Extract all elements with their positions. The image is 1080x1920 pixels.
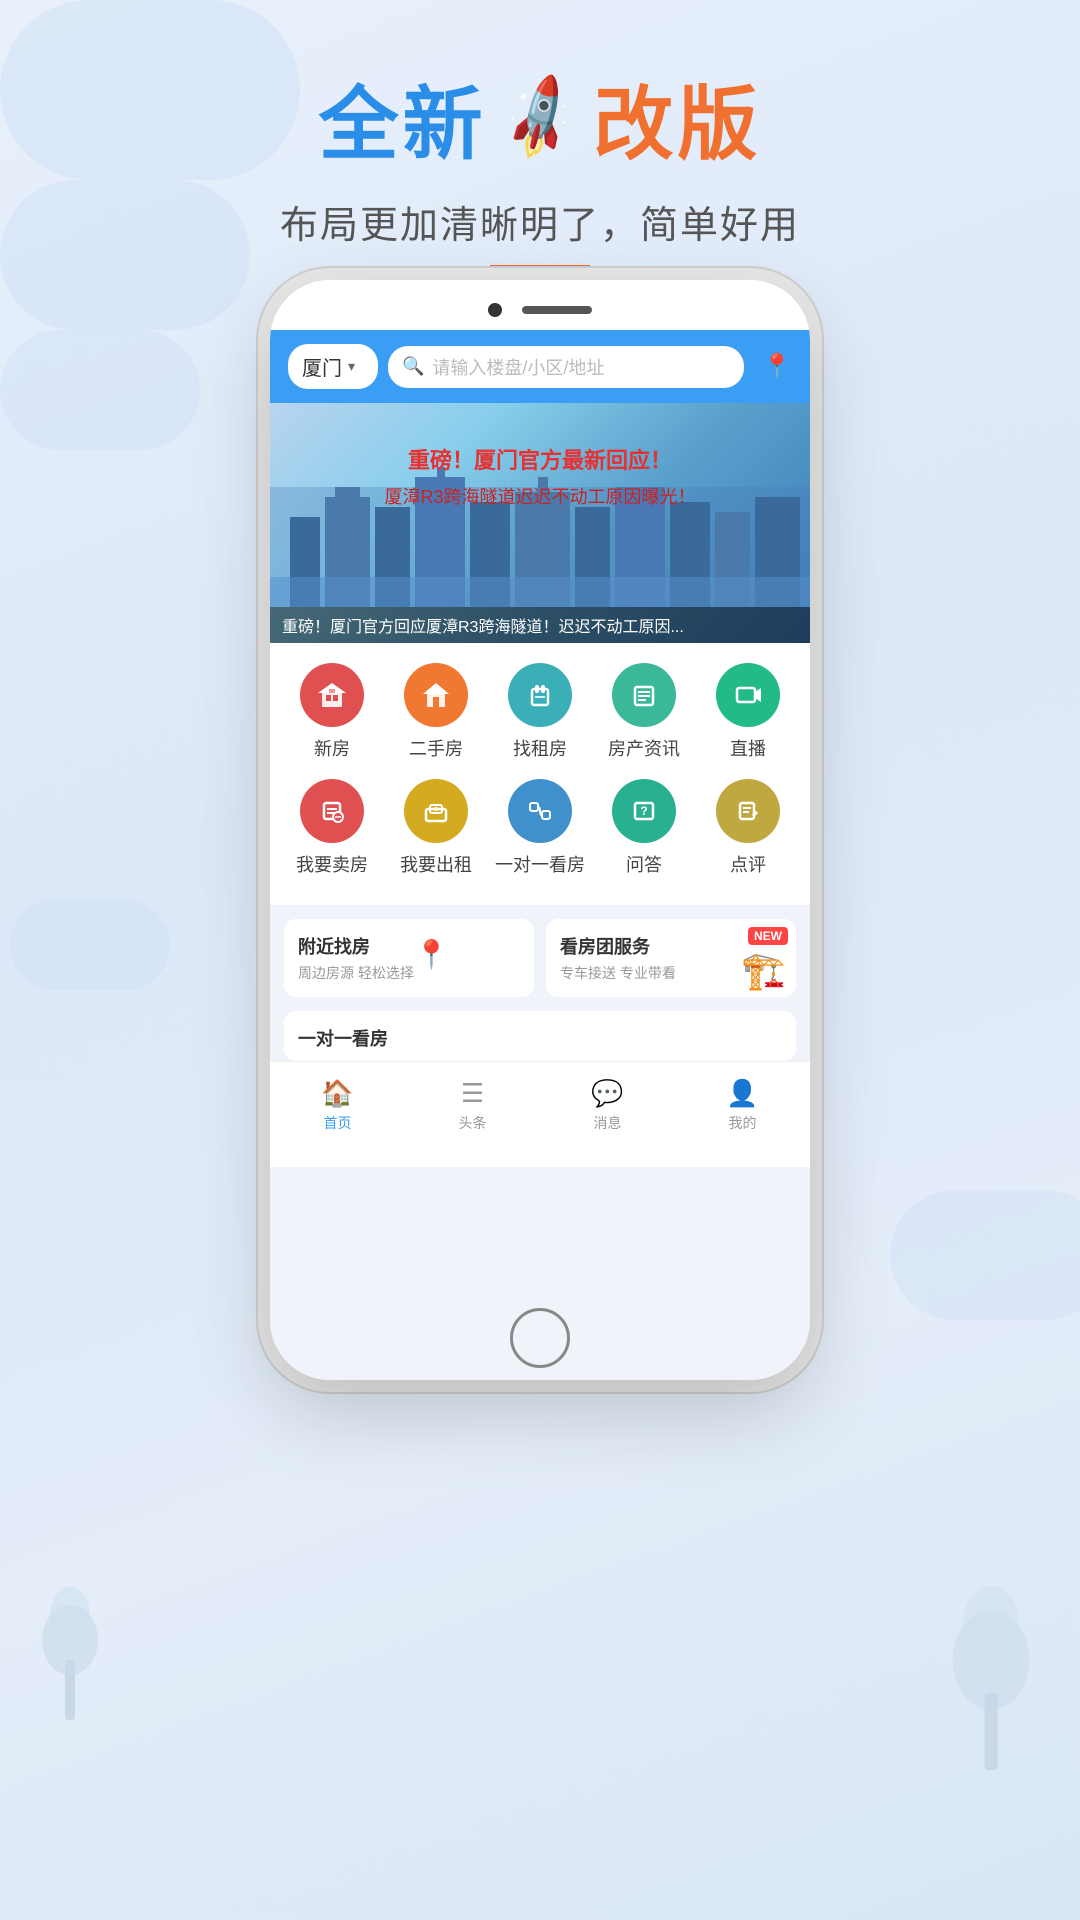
tab-mine[interactable]: 👤 我的	[675, 1070, 810, 1133]
header-area: 全新 🚀 改版 布局更加清晰明了，简单好用	[0, 60, 1080, 270]
banner-text-overlay: 重磅！厦门官方最新回应！ 厦漳R3跨海隧道迟迟不动工原因曝光！	[270, 443, 810, 509]
header-subtitle: 布局更加清晰明了，简单好用	[0, 194, 1080, 249]
icons-section: 新房 二手房	[270, 643, 810, 905]
review-icon-circle	[716, 779, 780, 843]
bg-tree-left	[30, 1560, 110, 1720]
phone-mockup: 厦门 ▾ 🔍 请输入楼盘/小区/地址 📍	[270, 280, 810, 1380]
tab-headline-icon: ☰	[461, 1078, 484, 1109]
second-hand-label: 二手房	[409, 735, 463, 761]
one-to-one-label: 一对一看房	[495, 851, 585, 877]
bg-cloud-3	[0, 330, 200, 450]
phone-screen: 厦门 ▾ 🔍 请输入楼盘/小区/地址 📍	[270, 330, 810, 1380]
lease-label: 我要出租	[400, 851, 472, 877]
city-name: 厦门	[302, 352, 342, 381]
menu-item-one-to-one[interactable]: 一对一看房	[495, 779, 585, 877]
nearby-card[interactable]: 附近找房 周边房源 轻松选择	[284, 919, 534, 997]
one-to-one-card-title: 一对一看房	[298, 1029, 388, 1049]
qa-icon-circle: ?	[612, 779, 676, 843]
banner[interactable]: 重磅！厦门官方最新回应！ 厦漳R3跨海隧道迟迟不动工原因曝光！ 重磅！厦门官方回…	[270, 403, 810, 643]
menu-row-2: 我要卖房 我要出租	[280, 779, 800, 877]
nearby-card-subtitle: 周边房源 轻松选择	[298, 963, 520, 983]
home-button[interactable]	[510, 1308, 570, 1368]
live-icon-circle	[716, 663, 780, 727]
tab-message-icon: 💬	[591, 1078, 623, 1109]
app-header: 厦门 ▾ 🔍 请输入楼盘/小区/地址 📍	[270, 330, 810, 403]
bg-tree-right	[930, 1550, 1050, 1770]
location-icon[interactable]: 📍	[762, 352, 792, 381]
one-to-one-icon-circle	[508, 779, 572, 843]
new-house-icon-circle	[300, 663, 364, 727]
building-icon: 🏗️	[741, 950, 786, 992]
banner-text-2: 厦漳R3跨海隧道迟迟不动工原因曝光！	[270, 483, 810, 509]
title-row: 全新 🚀 改版	[0, 60, 1080, 176]
phone-speaker	[522, 306, 592, 314]
phone-notch	[270, 280, 810, 330]
tab-headline-label: 头条	[459, 1113, 487, 1133]
tab-mine-label: 我的	[729, 1113, 757, 1133]
lease-icon-circle	[404, 779, 468, 843]
header-underline	[490, 265, 590, 270]
nearby-card-title: 附近找房	[298, 933, 520, 959]
tab-bar: 🏠 首页 ☰ 头条 💬 消息 👤 我的	[270, 1061, 810, 1141]
banner-bottom-bar: 重磅！厦门官方回应厦漳R3跨海隧道！迟迟不动工原因...	[270, 607, 810, 643]
review-label: 点评	[730, 851, 766, 877]
svg-text:?: ?	[640, 804, 647, 818]
bg-cloud-4	[890, 1190, 1080, 1320]
one-to-one-card[interactable]: 一对一看房 📍	[284, 1011, 796, 1061]
search-bar[interactable]: 🔍 请输入楼盘/小区/地址	[388, 346, 744, 388]
menu-row-1: 新房 二手房	[280, 663, 800, 761]
qa-label: 问答	[626, 851, 662, 877]
sell-label: 我要卖房	[296, 851, 368, 877]
tab-message-label: 消息	[594, 1113, 622, 1133]
city-selector[interactable]: 厦门 ▾	[288, 344, 378, 389]
live-label: 直播	[730, 735, 766, 761]
tab-mine-icon: 👤	[726, 1078, 758, 1109]
tab-home-label: 首页	[324, 1113, 352, 1133]
menu-item-qa[interactable]: ? 问答	[599, 779, 689, 877]
group-tour-card[interactable]: NEW 看房团服务 专车接送 专业带看 🏗️	[546, 919, 796, 997]
news-icon-circle	[612, 663, 676, 727]
tab-message[interactable]: 💬 消息	[540, 1070, 675, 1133]
new-house-label: 新房	[314, 735, 350, 761]
second-hand-icon-circle	[404, 663, 468, 727]
location-pin: 📍	[414, 938, 449, 971]
rent-icon-circle	[508, 663, 572, 727]
tab-home-icon: 🏠	[321, 1078, 353, 1109]
menu-item-live[interactable]: 直播	[703, 663, 793, 761]
menu-item-lease[interactable]: 我要出租	[391, 779, 481, 877]
rent-label: 找租房	[513, 735, 567, 761]
menu-item-rent[interactable]: 找租房	[495, 663, 585, 761]
search-icon: 🔍	[402, 356, 424, 377]
menu-item-sell[interactable]: 我要卖房	[287, 779, 377, 877]
tab-home[interactable]: 🏠 首页	[270, 1070, 405, 1133]
sell-icon-circle	[300, 779, 364, 843]
tab-headline[interactable]: ☰ 头条	[405, 1070, 540, 1133]
menu-item-review[interactable]: 点评	[703, 779, 793, 877]
banner-text-1: 重磅！厦门官方最新回应！	[270, 443, 810, 475]
bg-cloud-5	[10, 900, 170, 990]
menu-item-new-house[interactable]: 新房	[287, 663, 377, 761]
menu-item-news[interactable]: 房产资讯	[599, 663, 689, 761]
bottom-section: 附近找房 周边房源 轻松选择 NEW 看房团服务 专车接送 专业带看 🏗️	[270, 905, 810, 1011]
rocket-icon: 🚀	[490, 69, 590, 168]
banner-scroll-text: 重磅！厦门官方回应厦漳R3跨海隧道！迟迟不动工原因...	[282, 613, 684, 637]
search-placeholder-text: 请输入楼盘/小区/地址	[432, 354, 604, 380]
menu-item-second-hand[interactable]: 二手房	[391, 663, 481, 761]
phone-camera	[488, 303, 502, 317]
home-button-area	[270, 1141, 810, 1167]
chevron-down-icon: ▾	[348, 358, 355, 375]
bottom-cards-row: 附近找房 周边房源 轻松选择 NEW 看房团服务 专车接送 专业带看 🏗️	[284, 919, 796, 997]
news-label: 房产资讯	[608, 735, 680, 761]
new-badge: NEW	[748, 927, 788, 945]
title-left: 全新	[319, 60, 487, 176]
title-right: 改版	[593, 60, 761, 176]
